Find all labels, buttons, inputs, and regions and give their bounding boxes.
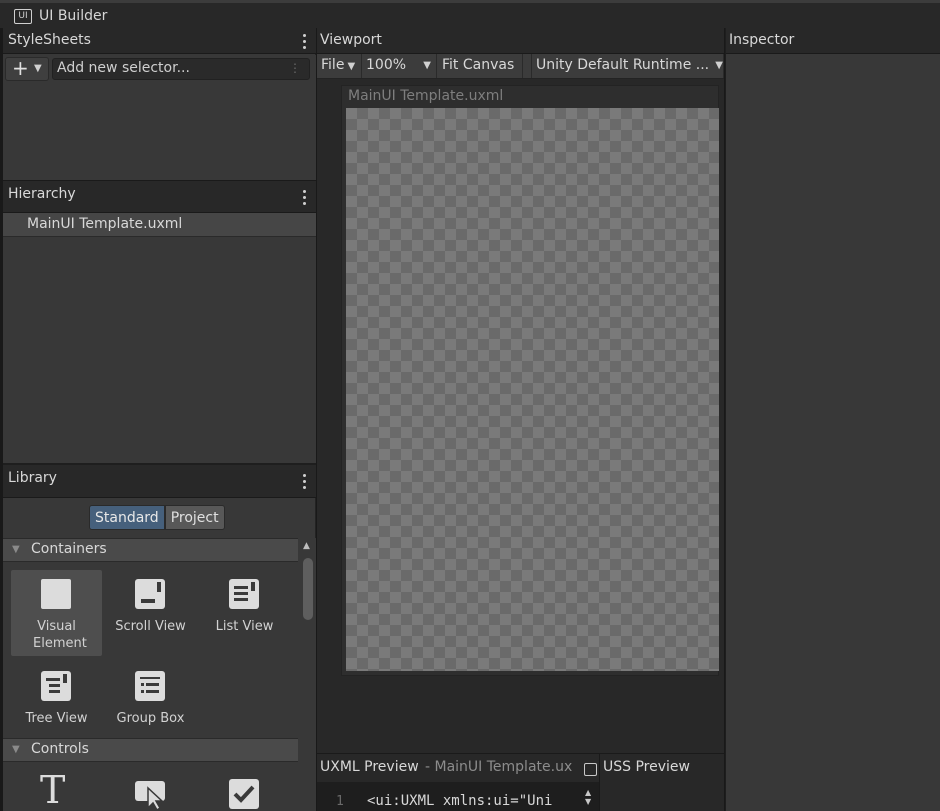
- hierarchy-tree: [3, 237, 316, 465]
- selector-placeholder: Add new selector...: [57, 60, 190, 76]
- canvas-title: MainUI Template.uxml: [348, 88, 504, 104]
- code-text: <ui:UXML xmlns:ui="Uni: [367, 793, 553, 809]
- library-tabs: Standard Project: [89, 505, 225, 530]
- zoom-value: 100%: [366, 57, 407, 73]
- library-item-scroll-view[interactable]: Scroll View: [105, 570, 196, 656]
- visual-element-icon: [41, 579, 71, 609]
- hierarchy-item-label: MainUI Template.uxml: [27, 216, 183, 232]
- viewport-panel: Viewport File ▼ 100% ▼ Fit Canvas Unity De…: [317, 28, 724, 811]
- library-item-tree-view[interactable]: Tree View: [11, 662, 102, 748]
- list-view-icon: [229, 579, 259, 609]
- tab-project[interactable]: Project: [164, 505, 225, 530]
- library-item-label: Scroll View: [115, 619, 186, 634]
- file-menu-label: File: [321, 57, 345, 73]
- scroll-up-icon[interactable]: ▲: [303, 541, 310, 551]
- hierarchy-item[interactable]: MainUI Template.uxml: [3, 213, 316, 237]
- library-title: Library: [8, 470, 57, 486]
- canvas[interactable]: [346, 108, 719, 671]
- edit-icon[interactable]: [584, 763, 597, 776]
- section-label: Controls: [31, 741, 89, 757]
- uxml-file-name: - MainUI Template.ux: [425, 759, 573, 775]
- zoom-dropdown[interactable]: 100% ▼: [362, 54, 437, 78]
- foldout-triangle-icon: ▼: [12, 744, 20, 755]
- window-title-bar: UI UI Builder: [0, 0, 940, 28]
- inspector-panel: Inspector: [725, 28, 940, 811]
- stylesheets-list: [3, 86, 316, 180]
- tab-standard[interactable]: Standard: [89, 505, 165, 530]
- library-item-label: Visual Element: [33, 619, 87, 651]
- code-scroll-icon[interactable]: ▲ ▼: [585, 788, 591, 806]
- inspector-title: Inspector: [729, 32, 795, 48]
- library-item-group-box[interactable]: Group Box: [105, 662, 196, 748]
- stylesheets-title: StyleSheets: [8, 32, 91, 48]
- selector-options-icon[interactable]: ⋮: [289, 61, 301, 75]
- scrollbar-thumb[interactable]: [303, 558, 313, 620]
- window-title: UI Builder: [39, 8, 108, 24]
- library-item-label: Tree View: [25, 711, 88, 726]
- new-selector-input[interactable]: Add new selector... ⋮: [52, 58, 310, 80]
- label-icon: T: [40, 770, 66, 811]
- hierarchy-header: Hierarchy: [3, 180, 316, 213]
- tree-view-icon: [41, 671, 71, 701]
- chevron-down-icon: ▼: [347, 61, 356, 72]
- library-item-label: List View: [215, 619, 274, 634]
- library-item-visual-element[interactable]: Visual Element: [11, 570, 102, 656]
- preview-panel: UXML Preview - MainUI Template.ux USS Pr…: [317, 753, 724, 811]
- stylesheets-header: StyleSheets: [3, 28, 316, 54]
- library-menu-icon[interactable]: [303, 474, 307, 490]
- file-menu-button[interactable]: File ▼: [317, 54, 362, 78]
- tab-uxml-preview[interactable]: UXML Preview: [320, 759, 419, 775]
- line-number: 1: [336, 794, 344, 809]
- group-box-icon: [135, 671, 165, 701]
- viewport-title: Viewport: [320, 32, 382, 48]
- fit-canvas-label: Fit Canvas: [442, 57, 515, 73]
- foldout-triangle-icon: ▼: [12, 544, 20, 555]
- library-item-button-control[interactable]: [105, 770, 196, 811]
- theme-value: Unity Default Runtime ...: [536, 57, 710, 73]
- canvas-frame: MainUI Template.uxml: [341, 85, 719, 676]
- viewport-toolbar: File ▼ 100% ▼ Fit Canvas Unity Default Run…: [317, 54, 724, 79]
- fit-canvas-button[interactable]: Fit Canvas: [438, 54, 523, 78]
- viewport-header: Viewport: [317, 28, 724, 54]
- section-label: Containers: [31, 541, 107, 557]
- plus-icon: +: [12, 56, 29, 80]
- library-item-toggle-control[interactable]: [199, 770, 290, 811]
- theme-dropdown[interactable]: Unity Default Runtime ... ▼: [531, 54, 724, 78]
- preview-divider: [599, 754, 600, 811]
- section-containers[interactable]: ▼ Containers: [3, 538, 298, 562]
- library-item-label-control[interactable]: T: [11, 770, 102, 811]
- library-item-list-view[interactable]: List View: [199, 570, 290, 656]
- library-scrollbar[interactable]: ▲: [300, 538, 316, 811]
- inspector-header: Inspector: [726, 28, 940, 54]
- stylesheets-menu-icon[interactable]: [303, 34, 307, 50]
- chevron-down-icon: ▼: [34, 63, 42, 74]
- library-item-label: Group Box: [116, 711, 185, 726]
- tab-uss-preview[interactable]: USS Preview: [603, 759, 690, 775]
- uxml-code-view[interactable]: 1 <ui:UXML xmlns:ui="Uni ▲ ▼: [317, 782, 599, 811]
- toggle-icon: [229, 779, 259, 809]
- scroll-view-icon: [135, 579, 165, 609]
- button-icon: [135, 781, 165, 810]
- library-header: Library: [3, 465, 316, 498]
- ui-builder-icon: UI: [14, 9, 32, 24]
- hierarchy-menu-icon[interactable]: [303, 190, 307, 206]
- add-stylesheet-button[interactable]: + ▼: [5, 56, 49, 81]
- hierarchy-title: Hierarchy: [8, 186, 76, 202]
- chevron-down-icon: ▼: [715, 60, 723, 71]
- section-controls[interactable]: ▼ Controls: [3, 738, 298, 762]
- left-panel: StyleSheets + ▼ Add new selector... ⋮ Hi…: [3, 28, 316, 811]
- chevron-down-icon: ▼: [423, 60, 431, 71]
